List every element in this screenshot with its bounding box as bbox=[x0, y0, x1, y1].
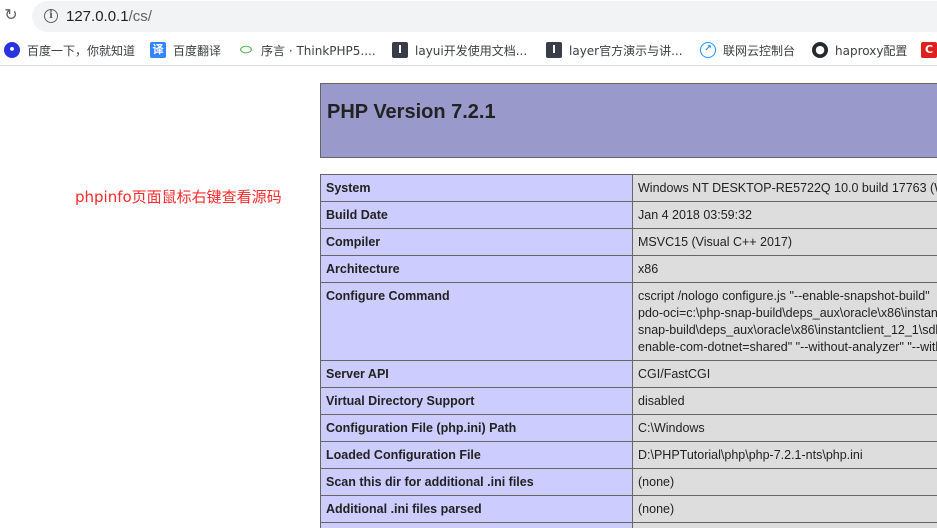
annotation-text: phpinfo页面鼠标右键查看源码 bbox=[75, 188, 282, 206]
row-value: x86 bbox=[632, 255, 937, 283]
bookmarks-bar: • 百度一下，你就知道 译 百度翻译 ⬭ 序言 · ThinkPHP5.... … bbox=[0, 34, 937, 66]
bookmark-layer[interactable]: l layer官方演示与讲... bbox=[546, 41, 683, 59]
table-row: Architecture x86 bbox=[320, 255, 937, 283]
translate-icon: 译 bbox=[150, 42, 166, 58]
baidu-paw-icon: • bbox=[4, 42, 20, 58]
bookmark-layui[interactable]: l layui开发使用文档... bbox=[392, 41, 527, 59]
row-key: Architecture bbox=[320, 255, 633, 283]
row-value: 20170718 bbox=[632, 522, 937, 528]
bookmark-label: layui开发使用文档... bbox=[415, 43, 528, 58]
thinkphp-icon: ⬭ bbox=[240, 42, 252, 58]
row-key: Additional .ini files parsed bbox=[320, 495, 633, 523]
cloud-icon: ↗ bbox=[700, 42, 716, 58]
row-value: (none) bbox=[632, 495, 937, 523]
site-info-icon[interactable]: i bbox=[44, 9, 58, 23]
bookmark-label: 联网云控制台 bbox=[723, 43, 796, 58]
address-bar[interactable]: i 127.0.0.1/cs/ bbox=[32, 1, 937, 32]
row-value: cscript /nologo configure.js "--enable-s… bbox=[632, 282, 937, 361]
browser-toolbar: ↻ i 127.0.0.1/cs/ bbox=[0, 0, 937, 34]
row-value: C:\Windows bbox=[632, 414, 937, 442]
row-value: D:\PHPTutorial\php\php-7.2.1-nts\php.ini bbox=[632, 441, 937, 469]
url-host: 127.0.0.1 bbox=[66, 8, 129, 25]
php-version-header: PHP Version 7.2.1 bbox=[320, 83, 937, 158]
layui-icon: l bbox=[392, 42, 408, 58]
row-key: Virtual Directory Support bbox=[320, 387, 633, 415]
bookmark-label: 百度一下，你就知道 bbox=[27, 43, 136, 58]
row-value-line: cscript /nologo configure.js "--enable-s… bbox=[638, 289, 930, 303]
row-key: Scan this dir for additional .ini files bbox=[320, 468, 633, 496]
bookmark-label: haproxy配置 bbox=[835, 43, 908, 58]
table-row: Loaded Configuration File D:\PHPTutorial\… bbox=[320, 441, 937, 469]
table-row: Configuration File (php.ini) Path C:\Wind… bbox=[320, 414, 937, 442]
table-row: PHP API20170718 bbox=[320, 522, 937, 528]
row-value: CGI/FastCGI bbox=[632, 360, 937, 388]
table-row: Server API CGI/FastCGI bbox=[320, 360, 937, 388]
row-value: Windows NT DESKTOP-RE5722Q 10.0 build 17… bbox=[632, 174, 937, 202]
layer-icon: l bbox=[546, 42, 562, 58]
table-row: System Windows NT DESKTOP-RE5722Q 10.0 bu… bbox=[320, 174, 937, 202]
row-value-line: snap-build\deps_aux\oracle\x86\instantcl… bbox=[638, 323, 937, 337]
bookmark-thinkphp[interactable]: ⬭ 序言 · ThinkPHP5.... bbox=[238, 41, 376, 59]
bookmark-label: 序言 · ThinkPHP5.... bbox=[261, 43, 376, 58]
row-value: MSVC15 (Visual C++ 2017) bbox=[632, 228, 937, 256]
bookmark-label: 百度翻译 bbox=[173, 43, 222, 58]
row-value: (none) bbox=[632, 468, 937, 496]
row-value: Jan 4 2018 03:59:32 bbox=[632, 201, 937, 229]
row-key: System bbox=[320, 174, 633, 202]
php-version-title: PHP Version 7.2.1 bbox=[327, 101, 496, 123]
row-key: Compiler bbox=[320, 228, 633, 256]
row-key: Configuration File (php.ini) Path bbox=[320, 414, 633, 442]
row-key: Build Date bbox=[320, 201, 633, 229]
github-icon: ● bbox=[812, 42, 828, 58]
table-row: Virtual Directory Support disabled bbox=[320, 387, 937, 415]
bookmark-label: layer官方演示与讲... bbox=[569, 43, 683, 58]
row-key: Loaded Configuration File bbox=[320, 441, 633, 469]
url-path: /cs/ bbox=[128, 8, 152, 25]
table-row: Build Date Jan 4 2018 03:59:32 bbox=[320, 201, 937, 229]
url-text[interactable]: 127.0.0.1/cs/ bbox=[66, 8, 152, 25]
bookmark-overflow[interactable]: C bbox=[921, 41, 937, 59]
row-value-line: pdo-oci=c:\php-snap-build\deps_aux\oracl… bbox=[638, 306, 937, 320]
c-logo-icon: C bbox=[921, 42, 937, 58]
table-row: Configure Command cscript /nologo configu… bbox=[320, 282, 937, 361]
bookmark-haproxy[interactable]: ● haproxy配置 bbox=[812, 41, 907, 59]
row-key: PHP API bbox=[320, 522, 633, 528]
table-row: Scan this dir for additional .ini files(… bbox=[320, 468, 937, 496]
phpinfo-table: System Windows NT DESKTOP-RE5722Q 10.0 bu… bbox=[320, 174, 937, 528]
row-key: Server API bbox=[320, 360, 633, 388]
row-value: disabled bbox=[632, 387, 937, 415]
table-row: Compiler MSVC15 (Visual C++ 2017) bbox=[320, 228, 937, 256]
bookmark-baidu[interactable]: • 百度一下，你就知道 bbox=[4, 41, 135, 59]
table-row: Additional .ini files parsed (none) bbox=[320, 495, 937, 523]
row-value-line: enable-com-dotnet=shared" "--without-ana… bbox=[638, 340, 937, 354]
bookmark-cloud-console[interactable]: ↗ 联网云控制台 bbox=[700, 41, 795, 59]
bookmark-baidu-translate[interactable]: 译 百度翻译 bbox=[150, 41, 221, 59]
row-key: Configure Command bbox=[320, 282, 633, 361]
reload-icon[interactable]: ↻ bbox=[3, 6, 19, 26]
